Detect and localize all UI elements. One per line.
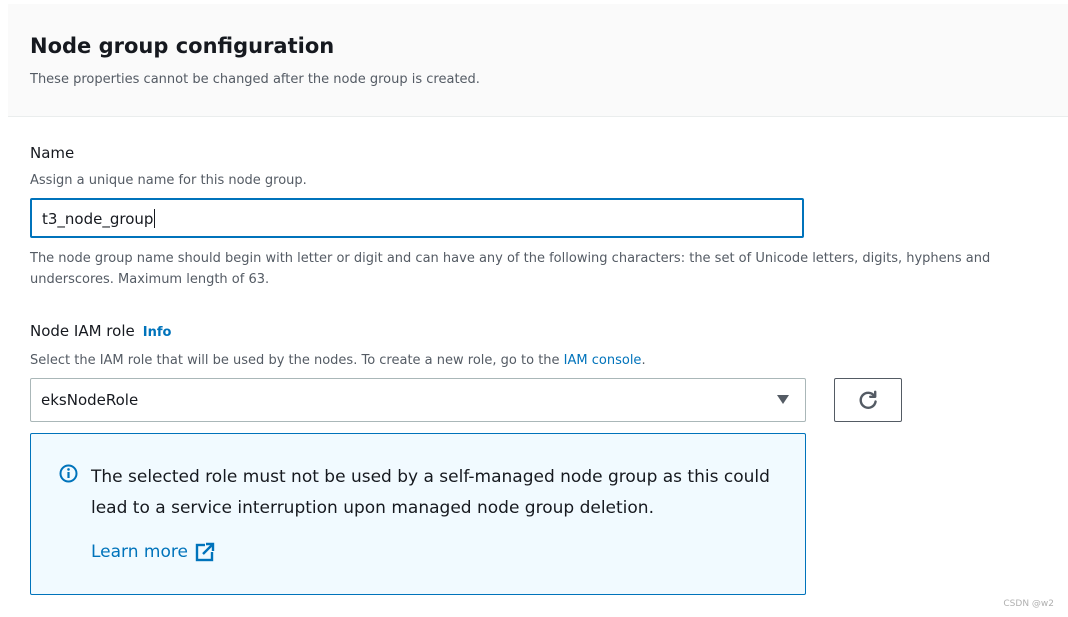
info-link[interactable]: Info [143,325,172,340]
iam-role-label-row: Node IAM role Info [30,322,171,340]
node-group-name-value: t3_node_group [42,209,156,228]
iam-role-description-text: Select the IAM role that will be used by… [30,353,564,368]
section-title: Node group configuration [30,34,335,58]
external-link-icon [195,542,215,562]
refresh-roles-button[interactable] [834,378,902,422]
section-description: These properties cannot be changed after… [30,72,480,87]
caret-down-icon [777,395,789,404]
section-header: Node group configuration These propertie… [8,4,1068,117]
info-circle-icon [59,464,78,483]
iam-role-label: Node IAM role [30,322,135,340]
name-label: Name [30,144,75,162]
alert-message: The selected role must not be used by a … [91,467,770,518]
node-group-name-input[interactable]: t3_node_group [30,198,804,238]
iam-role-selected-value: eksNodeRole [41,391,139,409]
learn-more-link[interactable]: Learn more [91,542,215,562]
name-description: Assign a unique name for this node group… [30,173,307,188]
iam-role-select[interactable]: eksNodeRole [30,378,806,422]
info-alert: The selected role must not be used by a … [30,433,806,595]
iam-role-description: Select the IAM role that will be used by… [30,353,646,368]
learn-more-label: Learn more [91,542,188,562]
name-constraint-text: The node group name should begin with le… [30,251,991,287]
watermark: CSDN @w2 [1003,599,1054,609]
node-group-configuration-page: Node group configuration These propertie… [0,0,1068,617]
text-cursor [154,209,156,228]
iam-role-description-end: . [641,353,646,368]
iam-console-link[interactable]: IAM console [564,353,642,368]
refresh-icon [859,390,877,409]
